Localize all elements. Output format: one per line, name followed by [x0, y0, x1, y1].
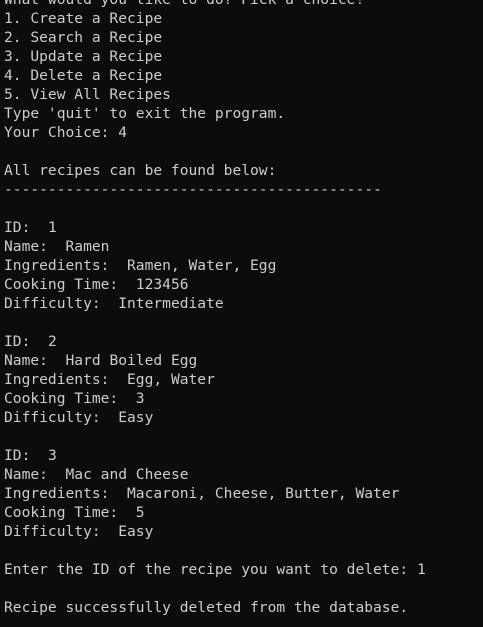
recipe-ingredients-value: Ramen, Water, Egg	[127, 257, 277, 274]
recipe-ingredients-line: Ingredients: Ramen, Water, Egg	[4, 256, 483, 275]
terminal-window[interactable]: What would you like to do? Pick a choice…	[0, 0, 483, 627]
recipe-difficulty-line: Difficulty: Easy	[4, 522, 483, 541]
recipe-time-value: 3	[135, 390, 145, 407]
listing-divider: ----------------------------------------…	[4, 181, 382, 198]
recipe-id-label: ID:	[4, 333, 48, 350]
recipe-time-line: Cooking Time: 123456	[4, 275, 483, 294]
recipe-difficulty-label: Difficulty:	[4, 523, 119, 540]
listing-header: All recipes can be found below:	[4, 162, 277, 179]
recipe-name-label: Name:	[4, 352, 66, 369]
recipe-name-value: Mac and Cheese	[65, 466, 189, 483]
recipe-ingredients-value: Egg, Water	[127, 371, 215, 388]
recipe-id-line: ID: 1	[4, 218, 483, 237]
recipe-difficulty-label: Difficulty:	[4, 409, 119, 426]
recipe-id-line: ID: 3	[4, 446, 483, 465]
recipe-difficulty-value: Intermediate	[118, 295, 224, 312]
recipe-name-line: Name: Hard Boiled Egg	[4, 351, 483, 370]
recipe-id-label: ID:	[4, 219, 48, 236]
recipe-ingredients-value: Macaroni, Cheese, Butter, Water	[127, 485, 400, 502]
recipe-time-value: 123456	[135, 276, 189, 293]
recipe-id-value: 3	[47, 447, 57, 464]
delete-result: Recipe successfully deleted from the dat…	[4, 599, 409, 616]
recipe-time-line: Cooking Time: 3	[4, 389, 483, 408]
recipe-ingredients-label: Ingredients:	[4, 485, 128, 502]
recipe-ingredients-label: Ingredients:	[4, 257, 128, 274]
recipe-name-value: Hard Boiled Egg	[65, 352, 198, 369]
recipe-id-value: 1	[47, 219, 57, 236]
recipe-name-line: Name: Ramen	[4, 237, 483, 256]
recipe-id-label: ID:	[4, 447, 48, 464]
recipe-ingredients-label: Ingredients:	[4, 371, 128, 388]
recipe-ingredients-line: Ingredients: Macaroni, Cheese, Butter, W…	[4, 484, 483, 503]
recipe-id-line: ID: 2	[4, 332, 483, 351]
delete-line: Enter the ID of the recipe you want to d…	[4, 560, 483, 579]
recipe-time-label: Cooking Time:	[4, 504, 136, 521]
menu-option-update: 3. Update a Recipe	[4, 48, 163, 65]
recipe-name-label: Name:	[4, 238, 66, 255]
menu-option-create: 1. Create a Recipe	[4, 10, 163, 27]
recipe-time-line: Cooking Time: 5	[4, 503, 483, 522]
menu-prompt: What would you like to do? Pick a choice…	[4, 0, 483, 9]
recipe-difficulty-label: Difficulty:	[4, 295, 119, 312]
delete-prompt: Enter the ID of the recipe you want to d…	[4, 561, 417, 578]
choice-value: 4	[118, 124, 128, 141]
delete-id-value: 1	[416, 561, 426, 578]
recipe-difficulty-value: Easy	[118, 409, 154, 426]
menu-option-delete: 4. Delete a Recipe	[4, 67, 163, 84]
recipe-difficulty-value: Easy	[118, 523, 154, 540]
recipe-time-label: Cooking Time:	[4, 276, 136, 293]
recipe-difficulty-line: Difficulty: Intermediate	[4, 294, 483, 313]
recipe-name-label: Name:	[4, 466, 66, 483]
recipe-time-label: Cooking Time:	[4, 390, 136, 407]
recipe-difficulty-line: Difficulty: Easy	[4, 408, 483, 427]
recipe-name-line: Name: Mac and Cheese	[4, 465, 483, 484]
menu-option-view-all: 5. View All Recipes	[4, 86, 171, 103]
menu-option-search: 2. Search a Recipe	[4, 29, 163, 46]
quit-hint: Type 'quit' to exit the program.	[4, 105, 286, 122]
recipe-name-value: Ramen	[65, 238, 110, 255]
recipe-ingredients-line: Ingredients: Egg, Water	[4, 370, 483, 389]
choice-prompt: Your Choice:	[4, 124, 119, 141]
recipe-time-value: 5	[135, 504, 145, 521]
recipe-id-value: 2	[47, 333, 57, 350]
choice-line: Your Choice: 4	[4, 123, 483, 142]
